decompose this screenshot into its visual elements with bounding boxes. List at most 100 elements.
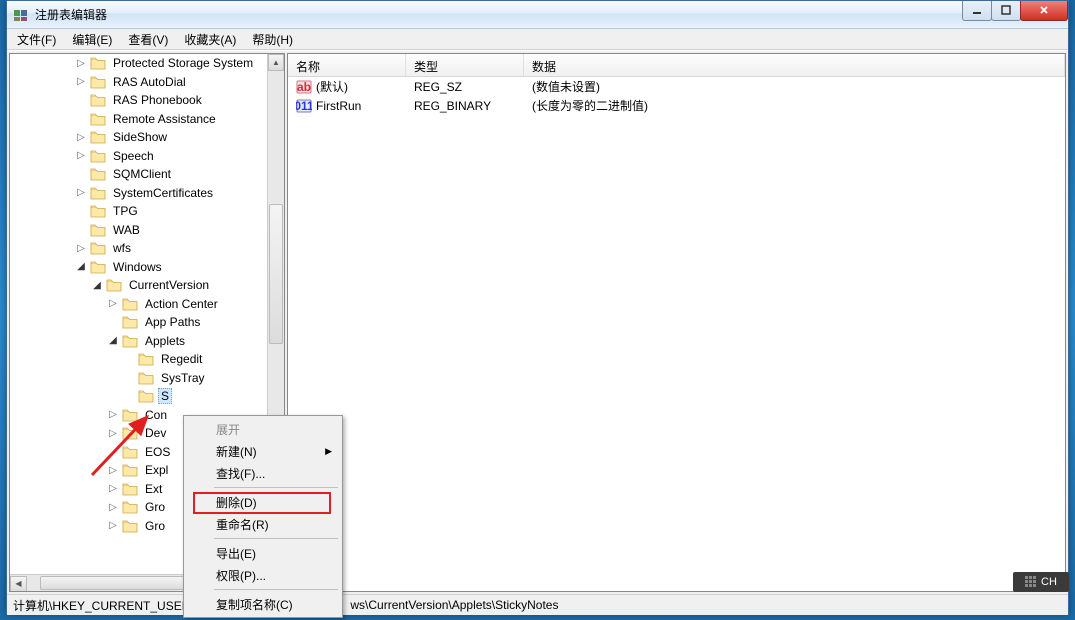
menu-bar: 文件(F) 编辑(E) 查看(V) 收藏夹(A) 帮助(H) bbox=[7, 29, 1068, 50]
tree-item-label: Action Center bbox=[142, 296, 221, 312]
no-expand-icon bbox=[122, 389, 136, 403]
no-expand-icon bbox=[74, 223, 88, 237]
col-type[interactable]: 类型 bbox=[406, 54, 524, 76]
close-button[interactable] bbox=[1020, 1, 1068, 21]
tree-item[interactable]: App Paths bbox=[10, 313, 284, 332]
tree-item[interactable]: SQMClient bbox=[10, 165, 284, 184]
tree-item-label: Ext bbox=[142, 481, 165, 497]
ime-grid-icon bbox=[1025, 576, 1037, 588]
ctx-copy-keyname[interactable]: 复制项名称(C) bbox=[186, 593, 340, 615]
tree-item-label: RAS Phonebook bbox=[110, 92, 205, 108]
minimize-button[interactable] bbox=[962, 1, 992, 21]
tree-item-label: App Paths bbox=[142, 314, 203, 330]
tree-item[interactable]: ▷Protected Storage System bbox=[10, 54, 284, 73]
expand-icon[interactable]: ▷ bbox=[74, 75, 88, 89]
tree-item[interactable]: Regedit bbox=[10, 350, 284, 369]
tree-item-label: wfs bbox=[110, 240, 134, 256]
tree-item[interactable]: ◢CurrentVersion bbox=[10, 276, 284, 295]
tree-item-label: RAS AutoDial bbox=[110, 74, 189, 90]
ctx-separator bbox=[214, 538, 338, 539]
expand-icon[interactable]: ▷ bbox=[106, 297, 120, 311]
list-header[interactable]: 名称 类型 数据 bbox=[288, 54, 1065, 77]
tree-item[interactable]: TPG bbox=[10, 202, 284, 221]
expand-icon[interactable]: ▷ bbox=[74, 56, 88, 70]
expand-icon[interactable]: ▷ bbox=[106, 519, 120, 533]
ime-lang: CH bbox=[1041, 576, 1057, 588]
expand-icon[interactable]: ▷ bbox=[106, 426, 120, 440]
submenu-arrow-icon: ▶ bbox=[325, 446, 332, 457]
tree-item-label: Remote Assistance bbox=[110, 111, 219, 127]
expand-icon[interactable]: ▷ bbox=[74, 149, 88, 163]
svg-text:ab: ab bbox=[297, 80, 311, 94]
tree-item-label: SideShow bbox=[110, 129, 170, 145]
ime-indicator[interactable]: CH bbox=[1013, 572, 1069, 592]
expand-icon[interactable]: ▷ bbox=[106, 463, 120, 477]
title-bar[interactable]: 注册表编辑器 bbox=[7, 1, 1068, 29]
tree-item[interactable]: WAB bbox=[10, 221, 284, 240]
ctx-delete[interactable]: 删除(D) bbox=[186, 491, 340, 513]
status-path-left: 计算机\HKEY_CURRENT_USER bbox=[13, 597, 190, 614]
tree-item[interactable]: ▷ SystemCertificates bbox=[10, 184, 284, 203]
collapse-icon[interactable]: ◢ bbox=[90, 278, 104, 292]
menu-help[interactable]: 帮助(H) bbox=[244, 29, 301, 50]
tree-item[interactable]: ◢ Windows bbox=[10, 258, 284, 277]
ctx-export[interactable]: 导出(E) bbox=[186, 542, 340, 564]
tree-item-label: SysTray bbox=[158, 370, 208, 386]
list-row[interactable]: 011FirstRunREG_BINARY(长度为零的二进制值) bbox=[288, 96, 1065, 115]
menu-view[interactable]: 查看(V) bbox=[120, 29, 176, 50]
tree-item-label: Con bbox=[142, 407, 170, 423]
registry-editor-window: 注册表编辑器 文件(F) 编辑(E) 查看(V) 收藏夹(A) 帮助(H) ▷P… bbox=[6, 0, 1069, 614]
no-expand-icon bbox=[122, 371, 136, 385]
expand-icon[interactable]: ▷ bbox=[106, 500, 120, 514]
window-title: 注册表编辑器 bbox=[35, 6, 963, 23]
tree-item-label: Windows bbox=[110, 259, 165, 275]
tree-item-label: Dev bbox=[142, 425, 169, 441]
tree-item[interactable]: Remote Assistance bbox=[10, 110, 284, 129]
no-expand-icon bbox=[106, 445, 120, 459]
collapse-icon[interactable]: ◢ bbox=[106, 334, 120, 348]
tree-item[interactable]: ▷ Action Center bbox=[10, 295, 284, 314]
col-name[interactable]: 名称 bbox=[288, 54, 406, 76]
scroll-thumb[interactable] bbox=[269, 204, 283, 344]
tree-item[interactable]: ▷ Speech bbox=[10, 147, 284, 166]
tree-item-label: Gro bbox=[142, 518, 168, 534]
svg-text:011: 011 bbox=[296, 99, 312, 113]
tree-item[interactable]: ▷ wfs bbox=[10, 239, 284, 258]
tree-item[interactable]: RAS Phonebook bbox=[10, 91, 284, 110]
maximize-button[interactable] bbox=[991, 1, 1021, 21]
expand-icon[interactable]: ▷ bbox=[74, 186, 88, 200]
tree-item[interactable]: ▷ SideShow bbox=[10, 128, 284, 147]
tree-item[interactable]: ▷ RAS AutoDial bbox=[10, 73, 284, 92]
expand-icon[interactable]: ▷ bbox=[74, 241, 88, 255]
no-expand-icon bbox=[106, 315, 120, 329]
status-bar: 计算机\HKEY_CURRENT_USER ws\CurrentVersion\… bbox=[7, 594, 1068, 615]
expand-icon[interactable]: ▷ bbox=[106, 408, 120, 422]
tree-item[interactable]: S bbox=[10, 387, 284, 406]
collapse-icon[interactable]: ◢ bbox=[74, 260, 88, 274]
list-body[interactable]: ab(默认)REG_SZ(数值未设置)011FirstRunREG_BINARY… bbox=[288, 77, 1065, 591]
menu-edit[interactable]: 编辑(E) bbox=[64, 29, 120, 50]
tree-item-label: SystemCertificates bbox=[110, 185, 216, 201]
ctx-rename[interactable]: 重命名(R) bbox=[186, 513, 340, 535]
tree-item-label: Expl bbox=[142, 462, 171, 478]
tree-item[interactable]: ◢ Applets bbox=[10, 332, 284, 351]
expand-icon[interactable]: ▷ bbox=[74, 130, 88, 144]
tree-item-label: Gro bbox=[142, 499, 168, 515]
ctx-permissions[interactable]: 权限(P)... bbox=[186, 564, 340, 586]
col-data[interactable]: 数据 bbox=[524, 54, 1065, 76]
expand-icon[interactable]: ▷ bbox=[106, 482, 120, 496]
scroll-up-button[interactable]: ▲ bbox=[268, 54, 284, 71]
ctx-expand: 展开 bbox=[186, 418, 340, 440]
list-row[interactable]: ab(默认)REG_SZ(数值未设置) bbox=[288, 77, 1065, 96]
no-expand-icon bbox=[74, 167, 88, 181]
ctx-find[interactable]: 查找(F)... bbox=[186, 462, 340, 484]
value-name: (默认) bbox=[316, 78, 348, 95]
ctx-new[interactable]: 新建(N)▶ bbox=[186, 440, 340, 462]
scroll-left-button[interactable]: ◀ bbox=[10, 576, 27, 592]
tree-item-label: Applets bbox=[142, 333, 188, 349]
menu-file[interactable]: 文件(F) bbox=[9, 29, 64, 50]
menu-fav[interactable]: 收藏夹(A) bbox=[176, 29, 244, 50]
value-data: (长度为零的二进制值) bbox=[532, 97, 648, 114]
tree-item[interactable]: SysTray bbox=[10, 369, 284, 388]
tree-item-label: Speech bbox=[110, 148, 157, 164]
